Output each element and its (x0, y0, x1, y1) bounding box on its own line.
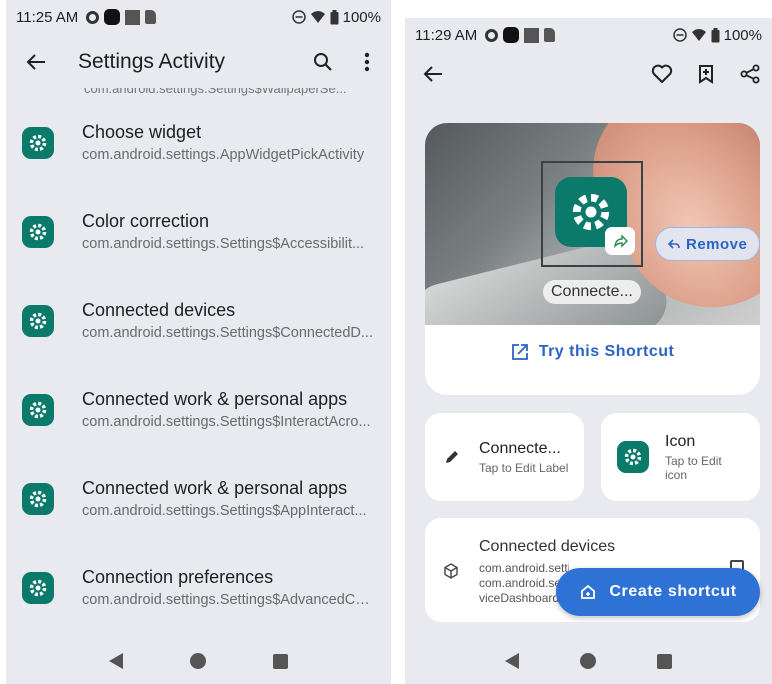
edit-icon-card[interactable]: Icon Tap to Edit icon (601, 413, 760, 501)
icon-card-subtitle: Tap to Edit icon (665, 453, 722, 482)
item-title: Choose widget (82, 122, 202, 142)
search-button[interactable] (301, 40, 345, 84)
item-title: Connected devices (82, 300, 236, 320)
nav-recents-button[interactable] (656, 653, 672, 669)
settings-app-icon (617, 441, 649, 473)
wifi-icon (691, 29, 706, 41)
list-item[interactable]: Connected devices com.android.settings.S… (6, 276, 391, 365)
left-screen: 11:25 AM 100% Settings Activity com.andr… (6, 0, 391, 684)
item-subtitle: com.android.settings.Settings$Accessibil… (82, 236, 365, 252)
search-icon (314, 53, 332, 71)
sim-card-icon (145, 10, 157, 24)
battery-percent: 100% (342, 8, 381, 26)
heart-icon (651, 64, 673, 83)
item-subtitle: com.android.settings.Settings$ConnectedD… (82, 325, 373, 341)
more-vert-icon (364, 52, 370, 72)
arrow-back-icon (423, 66, 442, 82)
back-button[interactable] (14, 40, 58, 84)
overflow-menu-button[interactable] (345, 40, 389, 84)
settings-app-icon (22, 571, 54, 604)
reply-icon (668, 239, 680, 249)
battery-icon (330, 9, 339, 24)
item-title: Connected work & personal apps (82, 478, 348, 498)
sync-icon (485, 28, 499, 42)
app-notification-icon (503, 27, 520, 43)
app-notification-icon (104, 9, 121, 25)
nav-home-button[interactable] (579, 653, 596, 669)
battery-icon (711, 27, 720, 42)
square-notification-icon (125, 9, 141, 25)
settings-app-icon (22, 304, 54, 337)
item-title: Connection preferences (82, 567, 274, 587)
nav-home-button[interactable] (189, 653, 206, 669)
info-line: com.android.settings... (479, 561, 569, 575)
remove-label: Remove (686, 235, 748, 253)
item-subtitle: com.android.settings.Settings$AppInterac… (82, 503, 367, 519)
square-notification-icon (524, 27, 540, 43)
top-app-bar (405, 52, 772, 96)
partial-list-item: com.android.settings.Settings$WallpaperS… (84, 88, 347, 96)
shortcut-preview-card: Remove Connecte... Try this Shortcut (425, 123, 760, 395)
create-shortcut-button[interactable]: Create shortcut (556, 568, 760, 616)
favorite-button[interactable] (640, 52, 684, 96)
system-nav-bar (6, 638, 391, 684)
share-button[interactable] (728, 52, 772, 96)
right-screen: 11:29 AM 100% Remove Connecte... Try thi… (405, 18, 772, 684)
icon-card-title: Icon (665, 432, 696, 450)
list-item[interactable]: Connected work & personal apps com.andro… (6, 454, 391, 543)
battery-percent: 100% (723, 26, 762, 44)
status-time: 11:25 AM (16, 8, 79, 26)
dnd-icon (672, 28, 687, 42)
settings-app-icon (22, 393, 54, 426)
share-icon (740, 64, 760, 84)
try-shortcut-button[interactable]: Try this Shortcut (425, 343, 760, 361)
wifi-icon (310, 11, 325, 23)
edit-label-card[interactable]: Connecte... Tap to Edit Label (425, 413, 584, 501)
item-subtitle: com.android.settings.AppWidgetPickActivi… (82, 147, 365, 163)
list-item[interactable]: Connection preferences com.android.setti… (6, 543, 391, 632)
activity-list: com.android.settings.Settings$WallpaperS… (6, 88, 391, 632)
nav-back-button[interactable] (505, 653, 520, 669)
status-bar: 11:29 AM 100% (405, 18, 772, 52)
info-title: Connected devices (479, 538, 616, 555)
label-card-subtitle: Tap to Edit Label (479, 460, 569, 475)
nav-recents-button[interactable] (272, 653, 288, 669)
remove-button[interactable]: Remove (655, 227, 760, 261)
item-subtitle: com.android.settings.Settings$InteractAc… (82, 414, 371, 430)
list-item[interactable]: Color correction com.android.settings.Se… (6, 187, 391, 276)
arrow-back-icon (26, 54, 45, 70)
open-in-new-icon (511, 344, 528, 360)
create-shortcut-label: Create shortcut (609, 583, 737, 600)
pencil-icon (446, 451, 458, 463)
back-button[interactable] (411, 52, 455, 96)
add-to-home-icon (581, 584, 596, 599)
try-shortcut-label: Try this Shortcut (538, 343, 675, 360)
sim-card-icon (544, 28, 556, 42)
list-item[interactable]: Choose widget com.android.settings.AppWi… (6, 98, 391, 187)
item-subtitle: com.android.settings.Settings$AdvancedCo… (82, 592, 374, 608)
cube-icon (444, 563, 458, 579)
status-bar: 11:25 AM 100% (6, 0, 391, 34)
bookmark-add-icon (699, 65, 713, 84)
label-card-title: Connecte... (479, 439, 561, 457)
bookmark-add-button[interactable] (684, 52, 728, 96)
list-item[interactable]: Connected work & personal apps com.andro… (6, 365, 391, 454)
settings-app-icon (22, 215, 54, 248)
preview-photo: Remove Connecte... (425, 123, 760, 325)
status-time: 11:29 AM (415, 26, 478, 44)
shortcut-badge-icon (605, 227, 635, 255)
item-title: Color correction (82, 211, 210, 231)
nav-back-button[interactable] (109, 653, 124, 669)
sync-icon (86, 10, 100, 24)
settings-app-icon (22, 482, 54, 515)
settings-app-icon (22, 126, 54, 159)
dnd-icon (291, 10, 306, 24)
top-app-bar: Settings Activity (6, 36, 391, 88)
page-title: Settings Activity (78, 50, 226, 73)
shortcut-label-chip: Connecte... (543, 280, 641, 304)
system-nav-bar (405, 638, 772, 684)
item-title: Connected work & personal apps (82, 389, 348, 409)
